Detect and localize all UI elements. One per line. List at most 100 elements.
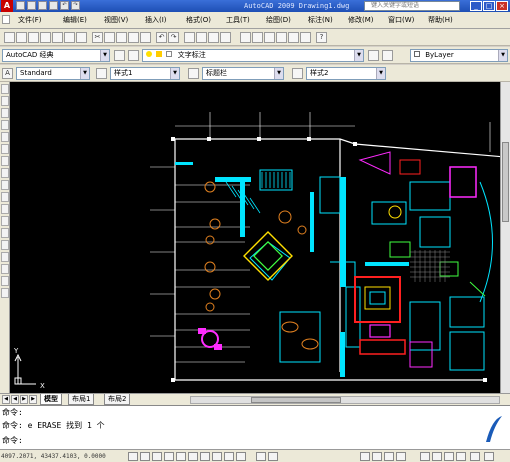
- pan-icon[interactable]: [184, 32, 195, 43]
- circle-tool-icon[interactable]: [1, 156, 9, 166]
- zoom-icon[interactable]: [372, 452, 382, 461]
- workspace-switching-icon[interactable]: [444, 452, 454, 461]
- vertical-scroll-thumb[interactable]: [502, 142, 509, 222]
- design-center-icon[interactable]: [252, 32, 263, 43]
- make-current-layer-icon[interactable]: [368, 50, 379, 61]
- drawing-canvas[interactable]: X Y: [10, 82, 500, 393]
- quickcalc-icon[interactable]: [300, 32, 311, 43]
- markup-icon[interactable]: [288, 32, 299, 43]
- insert-block-icon[interactable]: [1, 204, 9, 214]
- autocad-logo-icon[interactable]: A: [1, 0, 13, 12]
- lock-icon[interactable]: [456, 452, 466, 461]
- horizontal-scroll-thumb[interactable]: [251, 397, 341, 403]
- zoom-realtime-icon[interactable]: [196, 32, 207, 43]
- next-tab-icon[interactable]: ▶: [20, 395, 28, 404]
- menu-help[interactable]: 帮助(H): [428, 15, 453, 25]
- zoom-window-icon[interactable]: [208, 32, 219, 43]
- layer-select[interactable]: 文字标注 ▼: [142, 49, 364, 62]
- vertical-scrollbar[interactable]: [500, 82, 510, 393]
- steeringwheel-icon[interactable]: [384, 452, 394, 461]
- multiline-text-icon[interactable]: [1, 288, 9, 298]
- last-tab-icon[interactable]: ▶: [29, 395, 37, 404]
- showmotion-icon[interactable]: [396, 452, 406, 461]
- command-window[interactable]: 命令: 命令: e ERASE 找到 1 个 命令:: [0, 405, 510, 449]
- match-properties-icon[interactable]: [128, 32, 139, 43]
- menu-insert[interactable]: 插入(I): [145, 15, 167, 25]
- object-snap-icon[interactable]: [176, 452, 186, 461]
- tool-palettes-icon[interactable]: [264, 32, 275, 43]
- multileader-style-icon[interactable]: [292, 68, 303, 79]
- text-style-icon[interactable]: A: [2, 68, 13, 79]
- polyline-tool-icon[interactable]: [1, 108, 9, 118]
- quick-properties-icon[interactable]: [236, 452, 246, 461]
- maximize-button[interactable]: □: [483, 1, 495, 11]
- multileader-style-select[interactable]: 样式2 ▼: [306, 67, 386, 80]
- new-file-icon[interactable]: [16, 1, 25, 10]
- annotation-visibility-icon[interactable]: [432, 452, 442, 461]
- redo-icon[interactable]: ↷: [71, 1, 80, 10]
- 3d-dwf-icon[interactable]: [76, 32, 87, 43]
- save-icon[interactable]: [28, 32, 39, 43]
- hatch-tool-icon[interactable]: [1, 240, 9, 250]
- drawing-control-icon[interactable]: [2, 15, 10, 24]
- workspace-select[interactable]: AutoCAD 经典 ▼: [2, 49, 110, 62]
- grid-display-icon[interactable]: [140, 452, 150, 461]
- command-prompt[interactable]: 命令:: [2, 436, 23, 446]
- minimize-button[interactable]: _: [470, 1, 482, 11]
- dynamic-ucs-icon[interactable]: [200, 452, 210, 461]
- line-tool-icon[interactable]: [1, 84, 9, 94]
- publish-icon[interactable]: [64, 32, 75, 43]
- object-snap-tracking-icon[interactable]: [188, 452, 198, 461]
- dynamic-input-icon[interactable]: [212, 452, 222, 461]
- spline-tool-icon[interactable]: [1, 180, 9, 190]
- menu-tools[interactable]: 工具(T): [226, 15, 250, 25]
- properties-icon[interactable]: [240, 32, 251, 43]
- menu-edit[interactable]: 编辑(E): [63, 15, 87, 25]
- block-editor-icon[interactable]: [140, 32, 151, 43]
- ellipse-tool-icon[interactable]: [1, 192, 9, 202]
- dimension-style-select[interactable]: 样式1 ▼: [110, 67, 180, 80]
- construction-line-icon[interactable]: [1, 96, 9, 106]
- first-tab-icon[interactable]: ◀: [2, 395, 10, 404]
- layer-properties-icon[interactable]: [128, 50, 139, 61]
- copy-icon[interactable]: [104, 32, 115, 43]
- zoom-previous-icon[interactable]: [220, 32, 231, 43]
- ortho-mode-icon[interactable]: [152, 452, 162, 461]
- clean-screen-icon[interactable]: [484, 452, 494, 461]
- plot-icon[interactable]: [49, 1, 58, 10]
- menu-draw[interactable]: 绘图(D): [266, 15, 291, 25]
- lineweight-icon[interactable]: [224, 452, 234, 461]
- polar-tracking-icon[interactable]: [164, 452, 174, 461]
- status-tray-settings-icon[interactable]: [470, 452, 480, 461]
- region-tool-icon[interactable]: [1, 264, 9, 274]
- open-icon[interactable]: [16, 32, 27, 43]
- search-input[interactable]: 键入关键字或短语: [364, 1, 460, 11]
- annotation-scale-icon[interactable]: [420, 452, 430, 461]
- workspace-settings-icon[interactable]: [114, 50, 125, 61]
- layer-previous-icon[interactable]: [382, 50, 393, 61]
- tab-model[interactable]: 模型: [40, 394, 62, 405]
- dimension-style-icon[interactable]: [96, 68, 107, 79]
- menu-format[interactable]: 格式(O): [186, 15, 211, 25]
- horizontal-scrollbar[interactable]: [190, 396, 500, 404]
- menu-file[interactable]: 文件(F): [18, 15, 42, 25]
- prev-tab-icon[interactable]: ◀: [11, 395, 19, 404]
- help-icon[interactable]: ?: [316, 32, 327, 43]
- plot-icon[interactable]: [40, 32, 51, 43]
- save-icon[interactable]: [38, 1, 47, 10]
- snap-mode-icon[interactable]: [128, 452, 138, 461]
- gradient-tool-icon[interactable]: [1, 252, 9, 262]
- menu-window[interactable]: 窗口(W): [388, 15, 414, 25]
- table-style-icon[interactable]: [188, 68, 199, 79]
- quick-view-layouts-icon[interactable]: [268, 452, 278, 461]
- table-style-select[interactable]: 标题栏 ▼: [202, 67, 284, 80]
- pan-icon[interactable]: [360, 452, 370, 461]
- plot-preview-icon[interactable]: [52, 32, 63, 43]
- rectangle-tool-icon[interactable]: [1, 132, 9, 142]
- make-block-icon[interactable]: [1, 216, 9, 226]
- arc-tool-icon[interactable]: [1, 144, 9, 154]
- color-control-select[interactable]: ByLayer ▼: [410, 49, 508, 62]
- paste-icon[interactable]: [116, 32, 127, 43]
- redo-icon[interactable]: ↷: [168, 32, 179, 43]
- model-space-icon[interactable]: [256, 452, 266, 461]
